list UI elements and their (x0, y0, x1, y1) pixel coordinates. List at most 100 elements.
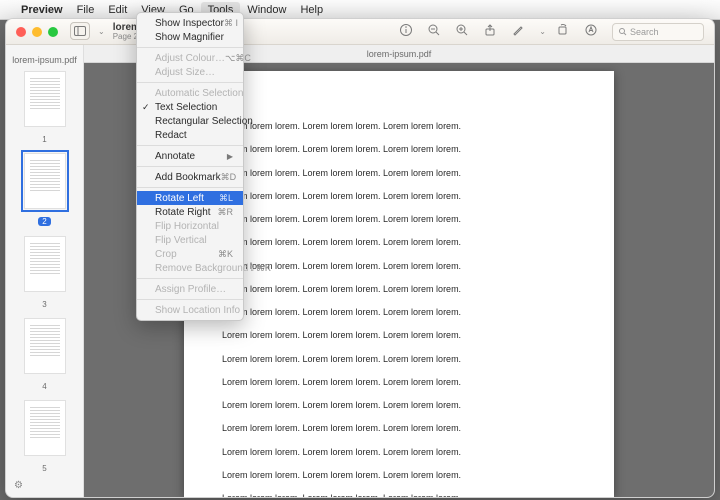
document-text-line: Lorem lorem lorem. Lorem lorem lorem. Lo… (222, 354, 576, 365)
menu-item-rotate-left[interactable]: Rotate Left ⌘L (137, 191, 243, 205)
document-text-line: Lorem lorem lorem. Lorem lorem lorem. Lo… (222, 400, 576, 411)
menu-item-label: Annotate (155, 151, 195, 162)
traffic-lights (6, 27, 58, 37)
gear-icon[interactable]: ⚙︎ (14, 480, 23, 491)
document-text-line: Lorem lorem lorem. Lorem lorem lorem. Lo… (222, 261, 576, 272)
thumbnail-number: 5 (42, 464, 46, 473)
menu-shortcut: ⌘ I (224, 18, 238, 29)
document-text-line: Lorem lorem lorem. Lorem lorem lorem. Lo… (222, 447, 576, 458)
preview-window: ⌄ lorem-ipsum.pdf Page 2 of 5 ⌄ Search l… (5, 18, 715, 498)
menu-item-label: Show Location Info (155, 305, 240, 316)
info-icon[interactable] (399, 23, 417, 41)
menu-item-show-magnifier[interactable]: Show Magnifier (137, 30, 243, 44)
menu-item-label: Rectangular Selection (155, 116, 253, 127)
rotate-icon[interactable] (556, 23, 574, 41)
menu-window[interactable]: Window (240, 2, 293, 18)
chevron-down-icon[interactable]: ⌄ (98, 27, 105, 36)
system-menubar: Preview FileEditViewGoToolsWindowHelp (0, 0, 720, 20)
thumbnail-page-5[interactable] (24, 400, 66, 456)
document-text-line: Lorem lorem lorem. Lorem lorem lorem. Lo… (222, 168, 576, 179)
document-text-line: Lorem lorem lorem. Lorem lorem lorem. Lo… (222, 144, 576, 155)
menu-shortcut: ⌘L (219, 193, 233, 204)
document-text-line: Lorem lorem lorem. Lorem lorem lorem. Lo… (222, 423, 576, 434)
thumbnail-page-1[interactable] (24, 71, 66, 127)
menu-item-rectangular-selection[interactable]: Rectangular Selection (137, 114, 243, 128)
document-page: Lorem lorem lorem. Lorem lorem lorem. Lo… (184, 71, 614, 497)
sidebar-toggle-button[interactable] (70, 22, 90, 40)
document-text-line: Lorem lorem lorem. Lorem lorem lorem. Lo… (222, 470, 576, 481)
menu-shortcut: ⇧⌘K (248, 263, 271, 274)
thumbnail-number: 3 (42, 300, 46, 309)
menu-item-show-inspector[interactable]: Show Inspector⌘ I (137, 16, 243, 30)
document-text-line: Lorem lorem lorem. Lorem lorem lorem. Lo… (222, 493, 576, 497)
menu-item-label: Redact (155, 130, 187, 141)
markup-pen-icon[interactable] (511, 23, 529, 41)
menu-item-adjust-size: Adjust Size… (137, 65, 243, 79)
thumbnail-sidebar: lorem-ipsum.pdf 1 2 3 4 5 ⚙︎ (6, 45, 84, 497)
menu-item-remove-background: Remove Background⇧⌘K (137, 261, 243, 275)
menu-help[interactable]: Help (293, 2, 330, 18)
thumbnail-page-2[interactable] (24, 153, 66, 209)
document-text-line: Lorem lorem lorem. Lorem lorem lorem. Lo… (222, 330, 576, 341)
document-text-line: Lorem lorem lorem. Lorem lorem lorem. Lo… (222, 307, 576, 318)
menu-shortcut: ⌘D (221, 172, 237, 183)
menu-item-add-bookmark[interactable]: Add Bookmark⌘D (137, 170, 243, 184)
thumbnail-page-4[interactable] (24, 318, 66, 374)
menu-edit[interactable]: Edit (101, 2, 134, 18)
menu-shortcut: ⌥⌘C (225, 53, 251, 64)
thumbnail-number: 2 (38, 217, 50, 226)
document-text-line: Lorem lorem lorem. Lorem lorem lorem. Lo… (222, 214, 576, 225)
menu-item-label: Adjust Size… (155, 67, 215, 78)
share-icon[interactable] (483, 23, 501, 41)
menu-item-label: Rotate Left (155, 193, 204, 204)
menu-item-label: Crop (155, 249, 177, 260)
menu-shortcut: ⌘K (218, 249, 233, 260)
app-menu[interactable]: Preview (14, 2, 70, 18)
menu-file[interactable]: File (70, 2, 102, 18)
thumbnail-page-3[interactable] (24, 236, 66, 292)
titlebar: ⌄ lorem-ipsum.pdf Page 2 of 5 ⌄ Search (6, 19, 714, 45)
menu-item-label: Add Bookmark (155, 172, 221, 183)
submenu-arrow-icon: ▶ (227, 152, 233, 161)
menu-item-label: Automatic Selection (155, 88, 243, 99)
menu-item-flip-vertical: Flip Vertical (137, 233, 243, 247)
menu-item-redact[interactable]: Redact (137, 128, 243, 142)
document-text-line: Lorem lorem lorem. Lorem lorem lorem. Lo… (222, 121, 576, 132)
close-button[interactable] (16, 27, 26, 37)
sidebar-filename: lorem-ipsum.pdf (6, 55, 83, 65)
menu-item-label: Show Inspector (155, 18, 224, 29)
tools-menu: Show Inspector⌘ IShow MagnifierAdjust Co… (136, 12, 244, 321)
menu-item-label: Flip Vertical (155, 235, 207, 246)
search-placeholder: Search (630, 27, 659, 37)
menu-item-rotate-right[interactable]: Rotate Right ⌘R (137, 205, 243, 219)
menu-item-assign-profile: Assign Profile… (137, 282, 243, 296)
menu-item-crop: Crop ⌘K (137, 247, 243, 261)
maximize-button[interactable] (48, 27, 58, 37)
zoom-out-icon[interactable] (427, 23, 445, 41)
thumbnail-number: 1 (42, 135, 46, 144)
menu-item-show-location-info: Show Location Info (137, 303, 243, 317)
menu-item-label: Show Magnifier (155, 32, 224, 43)
document-text-line: Lorem lorem lorem. Lorem lorem lorem. Lo… (222, 377, 576, 388)
menu-item-automatic-selection: Automatic Selection (137, 86, 243, 100)
thumbnail-number: 4 (42, 382, 46, 391)
menu-shortcut: ⌘R (218, 207, 234, 218)
document-text-line: Lorem lorem lorem. Lorem lorem lorem. Lo… (222, 237, 576, 248)
menu-item-label: Assign Profile… (155, 284, 226, 295)
menu-item-label: Rotate Right (155, 207, 211, 218)
document-text-line: Lorem lorem lorem. Lorem lorem lorem. Lo… (222, 191, 576, 202)
menu-item-label: Flip Horizontal (155, 221, 219, 232)
menu-item-adjust-colour: Adjust Colour…⌥⌘C (137, 51, 243, 65)
menu-item-label: Text Selection (155, 102, 217, 113)
menu-item-flip-horizontal: Flip Horizontal (137, 219, 243, 233)
menu-item-label: Adjust Colour… (155, 53, 225, 64)
document-text-line: Lorem lorem lorem. Lorem lorem lorem. Lo… (222, 284, 576, 295)
markup-toolbar-icon[interactable] (584, 23, 602, 41)
minimize-button[interactable] (32, 27, 42, 37)
search-input[interactable]: Search (612, 23, 704, 41)
menu-item-text-selection[interactable]: ✓Text Selection (137, 100, 243, 114)
zoom-in-icon[interactable] (455, 23, 473, 41)
menu-item-annotate[interactable]: Annotate ▶ (137, 149, 243, 163)
chevron-down-icon[interactable]: ⌄ (539, 27, 546, 36)
menu-item-label: Remove Background (155, 263, 248, 274)
